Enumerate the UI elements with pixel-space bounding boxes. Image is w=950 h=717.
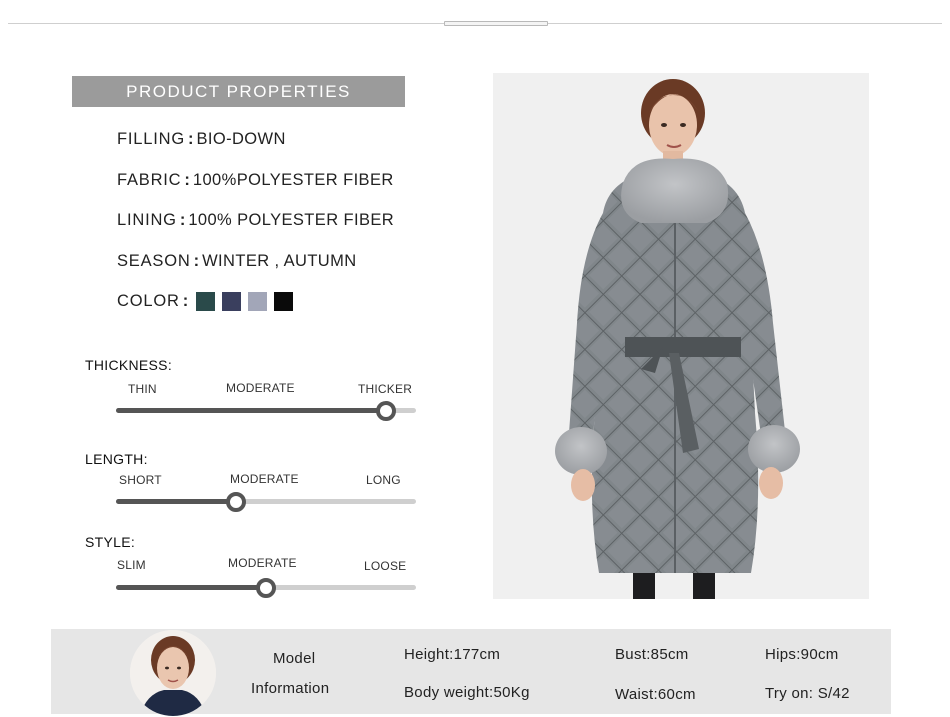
style-label-moderate: MODERATE — [228, 556, 297, 570]
style-label-loose: LOOSE — [364, 559, 407, 573]
property-filling: FILLING: BIO-DOWN — [117, 127, 286, 151]
model-waist: Waist:60cm — [615, 686, 696, 703]
top-tab-handle — [444, 21, 548, 26]
property-colon: : — [184, 171, 190, 189]
model-label-line2: Information — [251, 680, 330, 697]
thickness-scale-title: THICKNESS: — [85, 357, 173, 373]
property-key: SEASON — [117, 252, 191, 270]
model-try-on: Try on: S/42 — [765, 685, 850, 702]
property-colon: : — [182, 292, 189, 310]
thickness-label-moderate: MODERATE — [226, 381, 295, 395]
length-track — [116, 499, 416, 504]
property-value: BIO-DOWN — [196, 130, 286, 148]
color-swatch-navy[interactable] — [222, 292, 241, 311]
thickness-track — [116, 408, 416, 413]
length-label-long: LONG — [366, 473, 401, 487]
property-key: COLOR — [117, 292, 180, 310]
thickness-label-thicker: THICKER — [358, 382, 413, 396]
product-photo — [493, 73, 869, 599]
model-label-line1: Model — [273, 650, 316, 667]
property-lining: LINING:100% POLYESTER FIBER — [117, 208, 394, 232]
property-colon: : — [179, 211, 186, 229]
property-value: 100% POLYESTER FIBER — [188, 211, 395, 229]
length-label-moderate: MODERATE — [230, 472, 299, 486]
model-height: Height:177cm — [404, 646, 501, 663]
thickness-track-fill — [116, 408, 386, 413]
color-swatch-light-grey[interactable] — [248, 292, 267, 311]
length-slider-knob[interactable] — [226, 492, 246, 512]
length-label-short: SHORT — [119, 473, 162, 487]
property-colon: : — [187, 130, 194, 148]
color-swatch-dark-teal[interactable] — [196, 292, 215, 311]
product-properties-banner: PRODUCT PROPERTIES — [72, 76, 405, 107]
style-label-slim: SLIM — [117, 558, 146, 572]
property-value: 100%POLYESTER FIBER — [192, 171, 394, 189]
model-bust: Bust:85cm — [615, 646, 689, 663]
thickness-label-thin: THIN — [128, 382, 157, 396]
model-avatar — [130, 630, 216, 716]
property-colon: : — [193, 252, 200, 270]
color-swatch-black[interactable] — [274, 292, 293, 311]
style-slider-knob[interactable] — [256, 578, 276, 598]
property-color: COLOR: — [117, 289, 191, 313]
property-key: LINING — [117, 211, 177, 229]
property-value: WINTER , AUTUMN — [202, 252, 357, 270]
length-scale-title: LENGTH: — [85, 451, 148, 467]
style-track-fill — [116, 585, 266, 590]
model-hips: Hips:90cm — [765, 646, 839, 663]
style-scale-title: STYLE: — [85, 534, 136, 550]
model-in-quilted-coat-illustration — [493, 73, 869, 599]
length-track-fill — [116, 499, 236, 504]
property-fabric: FABRIC:100%POLYESTER FIBER — [117, 168, 394, 192]
thickness-slider-knob[interactable] — [376, 401, 396, 421]
model-portrait-icon — [130, 630, 216, 716]
property-key: FABRIC — [117, 171, 182, 189]
property-season: SEASON: WINTER , AUTUMN — [117, 249, 357, 273]
property-key: FILLING — [117, 130, 185, 148]
model-body-weight: Body weight:50Kg — [404, 684, 530, 701]
